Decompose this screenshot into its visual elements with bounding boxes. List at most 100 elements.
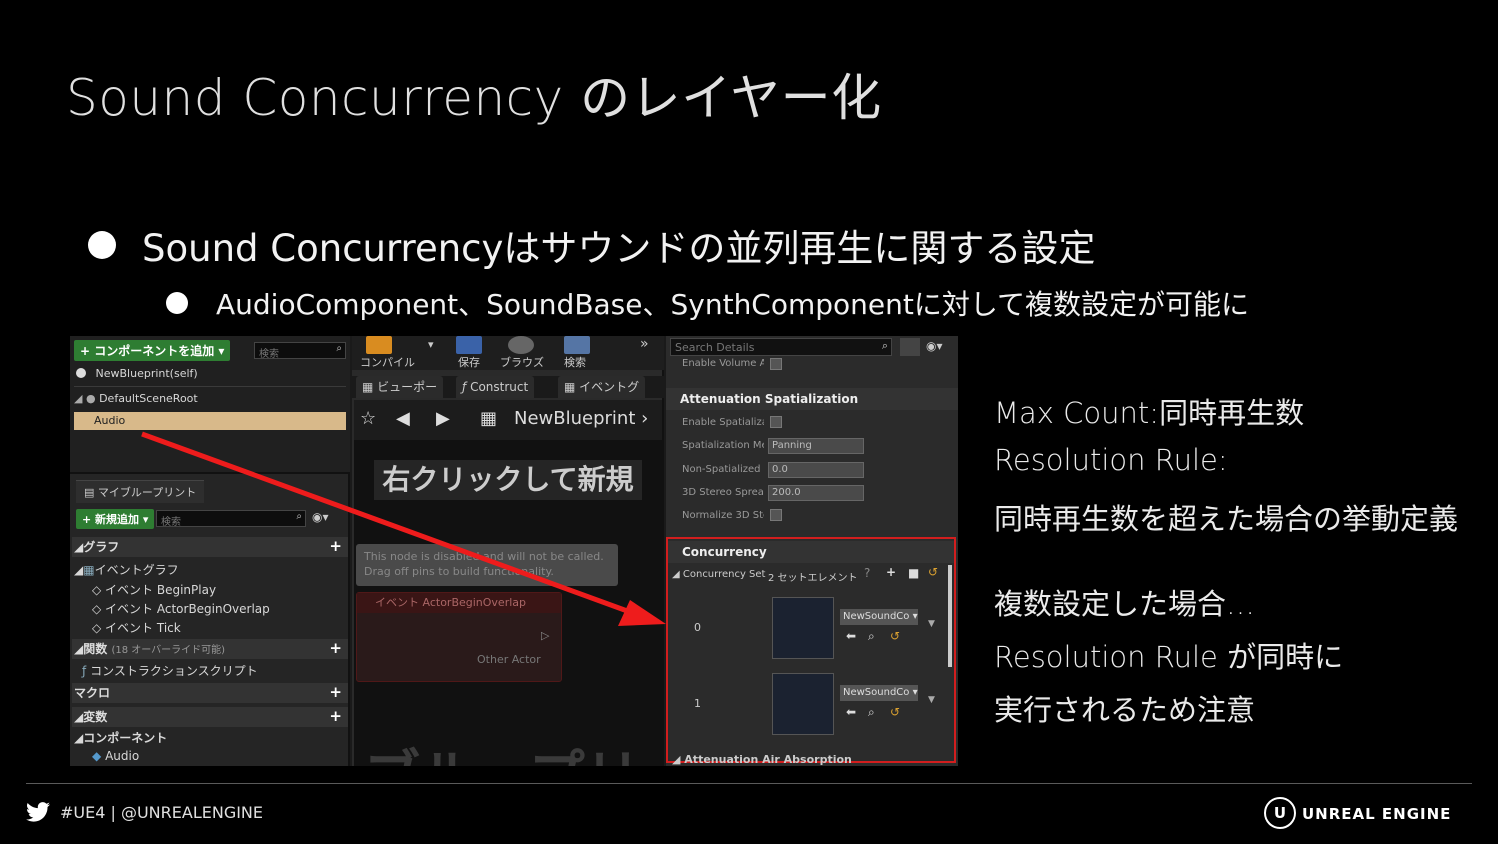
self-row[interactable]: NewBlueprint(self) (76, 367, 198, 380)
element-count: 2 セットエレメント (768, 573, 858, 584)
tab-event-graph[interactable]: ▦ イベントグ (558, 376, 646, 398)
search-placeholder: 検索 (161, 517, 181, 528)
construction-script-item[interactable]: ƒ コンストラクションスクリプト (82, 662, 258, 679)
tab-label: ビューポー (377, 380, 438, 394)
variables-section[interactable]: ◢変数 + (72, 707, 348, 727)
sound-concurrency-dropdown[interactable]: NewSoundCo ▾ (840, 685, 918, 701)
reset-icon[interactable]: ↺ (890, 705, 900, 719)
event-graph-item[interactable]: ◢▦イベントグラフ (74, 561, 179, 578)
graph-icon: ▦ (83, 563, 95, 577)
spatialization-method-dropdown[interactable]: Panning (768, 438, 864, 454)
sound-concurrency-thumbnail[interactable] (772, 597, 834, 659)
browse-search-icon[interactable]: ⌕ (868, 629, 875, 644)
add-graph-icon[interactable]: + (329, 539, 342, 554)
find-button[interactable]: 検索 (564, 354, 586, 370)
eye-icon[interactable]: ◉▾ (926, 339, 943, 353)
twitter-icon (26, 802, 50, 822)
exec-pin-icon[interactable]: ▷ (541, 629, 549, 642)
graph-section[interactable]: ◢グラフ + (72, 537, 348, 557)
tab-my-blueprint[interactable]: ▤ マイブループリント (76, 480, 205, 503)
construction-label: コンストラクションスクリプト (90, 664, 258, 678)
checkbox[interactable] (770, 509, 782, 521)
stereo-spread-input[interactable]: 200.0 (768, 485, 864, 501)
eye-icon[interactable]: ◉▾ (312, 510, 329, 524)
event-item[interactable]: ◇ イベント ActorBeginOverlap (92, 600, 270, 617)
checkbox[interactable] (770, 416, 782, 428)
event-label: イベント ActorBeginOverlap (105, 602, 270, 616)
add-function-icon[interactable]: + (329, 641, 342, 656)
new-add-button[interactable]: + 新規追加 ▾ (76, 509, 155, 529)
functions-section[interactable]: ◢関数 (18 オーバーライド可能) + (72, 639, 348, 659)
tab-label: イベントグ (579, 380, 640, 394)
scrollbar[interactable] (948, 565, 952, 667)
back-arrow-icon[interactable]: ◀ (396, 408, 410, 429)
concurrency-header[interactable]: Concurrency (668, 541, 954, 563)
chevron-down-icon[interactable]: ▼ (928, 695, 935, 705)
trash-icon[interactable]: ■ (908, 566, 919, 580)
search-placeholder: Search Details (675, 341, 755, 354)
default-scene-root-row[interactable]: ◢ ● DefaultSceneRoot (74, 392, 198, 405)
save-icon[interactable] (456, 336, 482, 354)
disabled-node-note: This node is disabled and will not be ca… (356, 544, 618, 586)
event-node[interactable]: イベント ActorBeginOverlap ▷ Other Actor (356, 592, 562, 682)
expand-arrow-icon: ◢ (74, 392, 83, 405)
reset-icon[interactable]: ↺ (890, 629, 900, 643)
compile-button[interactable]: コンパイル (360, 354, 415, 370)
forward-arrow-icon[interactable]: ▶ (436, 408, 450, 429)
element-index: 0 (694, 621, 701, 634)
details-search-input[interactable]: Search Details ⌕ (670, 338, 892, 356)
use-selected-arrow-icon[interactable]: ⬅ (846, 629, 856, 643)
checkbox[interactable] (770, 358, 782, 370)
find-icon[interactable] (564, 336, 590, 354)
add-variable-icon[interactable]: + (329, 709, 342, 724)
non-spatialized-input[interactable]: 0.0 (768, 462, 864, 478)
sound-concurrency-dropdown[interactable]: NewSoundCo ▾ (840, 609, 918, 625)
root-label: DefaultSceneRoot (99, 392, 198, 405)
footer-divider (26, 783, 1472, 784)
sound-concurrency-thumbnail[interactable] (772, 673, 834, 735)
components-panel: + コンポーネントを追加 ▾ 検索 ⌕ NewBlueprint(self) ◢… (70, 336, 350, 474)
overflow-icon[interactable]: » (640, 336, 649, 352)
attenuation-air-header[interactable]: ◢ Attenuation Air Absorption (672, 753, 852, 766)
macro-section[interactable]: マクロ + (72, 683, 348, 703)
event-label: イベント Tick (105, 621, 181, 635)
blueprint-icon: ▦ (480, 408, 498, 429)
divider (74, 386, 346, 387)
use-selected-arrow-icon[interactable]: ⬅ (846, 705, 856, 719)
event-item[interactable]: ◇ イベント Tick (92, 619, 181, 636)
bullet-dot-icon (88, 231, 116, 259)
tab-label: マイブループリント (97, 486, 197, 499)
event-graph-label: イベントグラフ (94, 563, 179, 577)
section-label: Attenuation Spatialization (680, 392, 859, 406)
blueprint-tab-icon: ▤ (84, 486, 98, 499)
note-multiple: 複数設定した場合… (994, 587, 1256, 621)
help-icon[interactable]: ? (864, 566, 870, 580)
chevron-down-icon[interactable]: ▼ (928, 619, 935, 629)
add-component-button[interactable]: + コンポーネントを追加 ▾ (74, 340, 231, 361)
add-macro-icon[interactable]: + (329, 685, 342, 700)
blueprint-graph[interactable]: ☆ ◀ ▶ ▦ NewBlueprint › 右クリックして新規 This no… (354, 400, 662, 766)
slide-title: Sound Concurrency のレイヤー化 (66, 69, 882, 127)
audio-component-row[interactable]: Audio (74, 412, 346, 430)
chevron-down-icon[interactable]: ▾ (428, 338, 434, 351)
asset-name: NewSoundCo ▾ (843, 611, 918, 622)
star-icon[interactable]: ☆ (360, 408, 376, 429)
compile-icon[interactable] (366, 336, 392, 354)
grid-view-icon[interactable] (900, 338, 920, 356)
browse-search-icon[interactable]: ⌕ (868, 705, 875, 720)
add-element-icon[interactable]: + (886, 565, 896, 579)
reset-icon[interactable]: ↺ (928, 565, 938, 579)
browse-icon[interactable] (508, 336, 534, 354)
tab-viewport[interactable]: ▦ ビューポー (356, 376, 444, 398)
component-audio-item[interactable]: ◆ Audio (92, 749, 139, 763)
components-category[interactable]: ◢コンポーネント (74, 729, 167, 746)
tab-construct[interactable]: ƒ Construct (456, 376, 535, 398)
component-search-input[interactable]: 検索 ⌕ (254, 342, 346, 360)
blueprint-search-input[interactable]: 検索 ⌕ (156, 510, 306, 528)
save-button[interactable]: 保存 (458, 354, 480, 370)
attenuation-spatialization-header[interactable]: Attenuation Spatialization (666, 388, 958, 410)
prop-label: Enable Spatializa (682, 417, 764, 428)
other-actor-pin[interactable]: Other Actor (477, 653, 541, 666)
browse-button[interactable]: ブラウズ (500, 354, 544, 370)
event-item[interactable]: ◇ イベント BeginPlay (92, 581, 216, 598)
